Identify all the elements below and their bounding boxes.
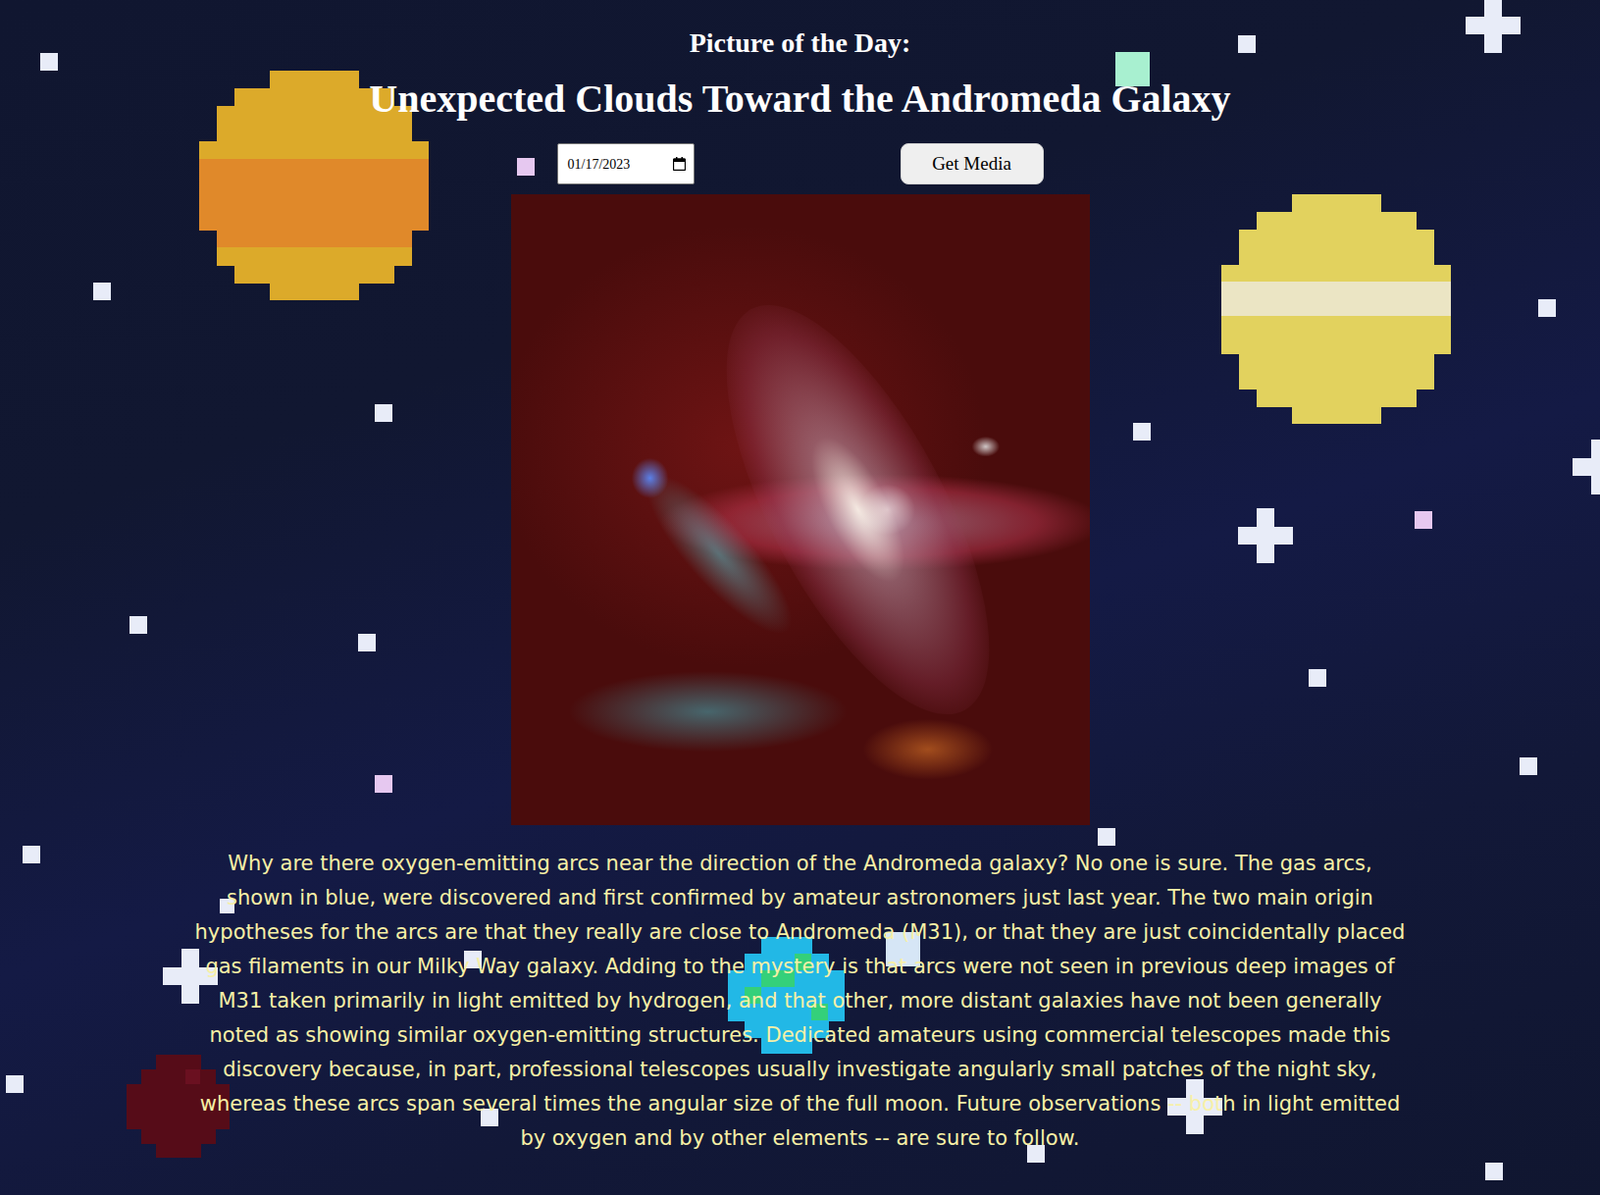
star-icon [374, 774, 393, 793]
star-icon [93, 282, 111, 301]
calendar-icon[interactable] [672, 156, 686, 171]
star-icon [1519, 757, 1538, 775]
page-kicker: Picture of the Day: [0, 27, 1600, 59]
star-icon [1097, 827, 1116, 846]
star-icon [358, 633, 376, 652]
star-icon [1485, 1162, 1503, 1181]
star-icon [1414, 511, 1433, 529]
sparkle-icon [1572, 439, 1600, 495]
star-icon [1238, 35, 1256, 53]
sparkle-icon [1465, 0, 1521, 53]
ringed-planet-icon [1221, 194, 1451, 424]
star-icon [5, 1075, 24, 1093]
star-icon [22, 845, 41, 864]
date-value[interactable]: 01/17/2023 [567, 154, 631, 175]
sparkle-icon [1238, 508, 1293, 564]
star-icon [129, 616, 148, 634]
explanation: Why are there oxygen-emitting arcs near … [192, 846, 1409, 1156]
star-icon [40, 52, 58, 71]
photo [511, 194, 1090, 826]
star-icon [181, 985, 200, 1004]
picture-title: Unexpected Clouds Toward the Andromeda G… [0, 76, 1600, 122]
controls: 01/17/2023 Get Media [506, 143, 1095, 185]
date-input[interactable]: 01/17/2023 [557, 143, 695, 185]
get-media-button[interactable]: Get Media [900, 143, 1044, 185]
star-icon [516, 157, 535, 176]
star-icon [1308, 669, 1327, 687]
picture-of-the-day: Picture of the Day: Unexpected Clouds To… [0, 0, 1600, 1156]
star-icon [1538, 299, 1556, 317]
galaxy-shape [674, 268, 1042, 752]
star-icon [374, 404, 393, 422]
star-icon [1133, 422, 1151, 441]
